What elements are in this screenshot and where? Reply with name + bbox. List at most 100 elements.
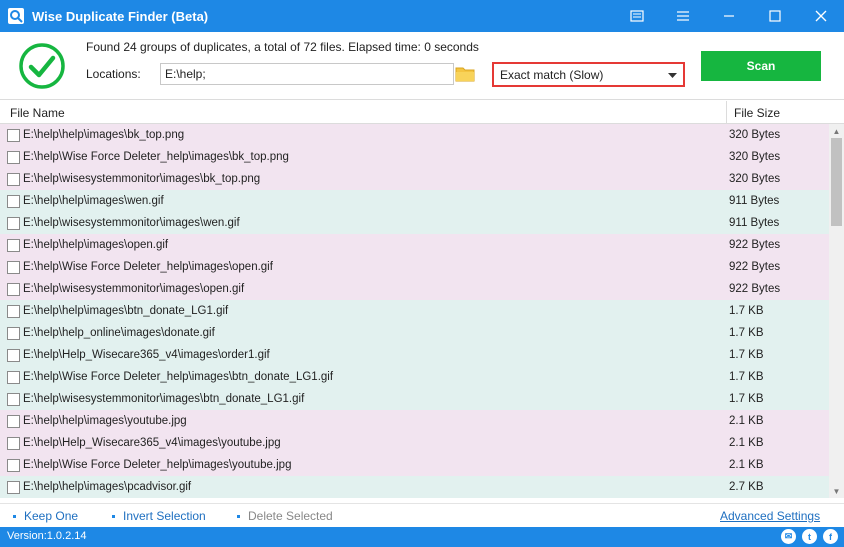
row-checkbox[interactable] — [7, 348, 20, 362]
column-divider[interactable] — [726, 101, 727, 124]
scan-button[interactable]: Scan — [701, 51, 821, 81]
file-row[interactable]: E:\help\Wise Force Deleter_help\images\b… — [0, 146, 829, 168]
row-checkbox[interactable] — [7, 172, 20, 186]
delete-selected-label: Delete Selected — [248, 509, 333, 523]
title-bar: Wise Duplicate Finder (Beta) — [0, 0, 844, 32]
twitter-icon[interactable]: t — [802, 529, 817, 544]
keep-one-link[interactable]: Keep One — [13, 509, 78, 523]
email-icon[interactable]: ✉ — [781, 529, 796, 544]
file-size: 1.7 KB — [729, 327, 764, 339]
list-header: File Name File Size — [0, 101, 844, 124]
success-check-icon — [18, 42, 66, 90]
action-bar: Keep One Invert Selection Delete Selecte… — [0, 503, 844, 527]
advanced-settings-link[interactable]: Advanced Settings — [720, 509, 820, 523]
file-row[interactable]: E:\help\wisesystemmonitor\images\open.gi… — [0, 278, 829, 300]
keep-one-label: Keep One — [24, 509, 79, 523]
folder-icon[interactable] — [455, 65, 475, 83]
file-path: E:\help\help\images\btn_donate_LG1.gif — [23, 305, 229, 317]
facebook-icon[interactable]: f — [823, 529, 838, 544]
minimize-icon[interactable] — [706, 0, 752, 32]
file-path: E:\help\Wise Force Deleter_help\images\b… — [23, 151, 289, 163]
row-checkbox[interactable] — [7, 414, 20, 428]
row-checkbox[interactable] — [7, 216, 20, 230]
maximize-icon[interactable] — [752, 0, 798, 32]
close-icon[interactable] — [798, 0, 844, 32]
file-path: E:\help\help\images\bk_top.png — [23, 129, 185, 141]
file-row[interactable]: E:\help\wisesystemmonitor\images\btn_don… — [0, 388, 829, 410]
file-path: E:\help\help_online\images\donate.gif — [23, 327, 215, 339]
bullet-icon — [112, 514, 115, 518]
file-path: E:\help\wisesystemmonitor\images\wen.gif — [23, 217, 240, 229]
file-size: 320 Bytes — [729, 151, 781, 163]
file-path: E:\help\wisesystemmonitor\images\open.gi… — [23, 283, 245, 295]
file-row[interactable]: E:\help\help_online\images\donate.gif 1.7… — [0, 322, 829, 344]
file-size: 2.1 KB — [729, 415, 764, 427]
file-row[interactable]: E:\help\help\images\bk_top.png 320 Bytes — [0, 124, 829, 146]
file-size: 2.1 KB — [729, 459, 764, 471]
file-size: 320 Bytes — [729, 129, 781, 141]
match-mode-select[interactable]: Exact match (Slow) — [492, 62, 685, 87]
row-checkbox[interactable] — [7, 260, 20, 274]
file-path: E:\help\help\images\open.gif — [23, 239, 169, 251]
row-checkbox[interactable] — [7, 480, 20, 494]
row-checkbox[interactable] — [7, 282, 20, 296]
file-size: 2.7 KB — [729, 481, 764, 493]
file-row[interactable]: E:\help\Wise Force Deleter_help\images\o… — [0, 256, 829, 278]
delete-selected-link[interactable]: Delete Selected — [237, 509, 333, 523]
file-path: E:\help\Wise Force Deleter_help\images\y… — [23, 459, 292, 471]
scroll-thumb[interactable] — [831, 138, 842, 226]
row-checkbox[interactable] — [7, 326, 20, 340]
scan-panel: Found 24 groups of duplicates, a total o… — [0, 32, 844, 100]
file-row[interactable]: E:\help\help\images\btn_donate_LG1.gif 1.… — [0, 300, 829, 322]
file-size: 1.7 KB — [729, 371, 764, 383]
file-row[interactable]: E:\help\help\images\youtube.jpg 2.1 KB — [0, 410, 829, 432]
file-row[interactable]: E:\help\Help_Wisecare365_v4\images\order… — [0, 344, 829, 366]
vertical-scrollbar[interactable]: ▲ ▼ — [829, 124, 844, 498]
locations-input[interactable]: E:\help; — [160, 63, 454, 85]
menu-icon[interactable] — [660, 0, 706, 32]
locations-label: Locations: — [86, 67, 141, 81]
row-checkbox[interactable] — [7, 150, 20, 164]
chevron-down-icon — [668, 68, 677, 82]
file-size: 2.1 KB — [729, 437, 764, 449]
file-row[interactable]: E:\help\help\images\wen.gif 911 Bytes — [0, 190, 829, 212]
file-row[interactable]: E:\help\help\images\open.gif 922 Bytes — [0, 234, 829, 256]
file-row[interactable]: E:\help\Help_Wisecare365_v4\images\youtu… — [0, 432, 829, 454]
column-file-name[interactable]: File Name — [10, 106, 65, 120]
file-row[interactable]: E:\help\wisesystemmonitor\images\bk_top.… — [0, 168, 829, 190]
row-checkbox[interactable] — [7, 194, 20, 208]
feedback-icon[interactable] — [614, 0, 660, 32]
file-size: 911 Bytes — [729, 195, 780, 207]
row-checkbox[interactable] — [7, 304, 20, 318]
file-size: 1.7 KB — [729, 349, 764, 361]
duplicate-file-list: E:\help\help\images\bk_top.png 320 Bytes E… — [0, 124, 829, 498]
scroll-up-icon[interactable]: ▲ — [829, 124, 844, 138]
file-path: E:\help\Help_Wisecare365_v4\images\youtu… — [23, 437, 281, 449]
file-row[interactable]: E:\help\wisesystemmonitor\images\wen.gif… — [0, 212, 829, 234]
file-size: 922 Bytes — [729, 283, 781, 295]
app-logo-icon — [6, 6, 26, 26]
file-row[interactable]: E:\help\Wise Force Deleter_help\images\b… — [0, 366, 829, 388]
row-checkbox[interactable] — [7, 436, 20, 450]
row-checkbox[interactable] — [7, 238, 20, 252]
column-file-size[interactable]: File Size — [734, 106, 780, 120]
file-row[interactable]: E:\help\help\images\pcadvisor.gif 2.7 KB — [0, 476, 829, 498]
file-size: 911 Bytes — [729, 217, 780, 229]
file-path: E:\help\help\images\youtube.jpg — [23, 415, 187, 427]
file-row[interactable]: E:\help\Wise Force Deleter_help\images\y… — [0, 454, 829, 476]
file-path: E:\help\wisesystemmonitor\images\bk_top.… — [23, 173, 261, 185]
scroll-down-icon[interactable]: ▼ — [829, 484, 844, 498]
file-path: E:\help\Help_Wisecare365_v4\images\order… — [23, 349, 270, 361]
row-checkbox[interactable] — [7, 392, 20, 406]
window-title: Wise Duplicate Finder (Beta) — [32, 8, 209, 24]
row-checkbox[interactable] — [7, 128, 20, 142]
invert-selection-link[interactable]: Invert Selection — [112, 509, 206, 523]
match-mode-value: Exact match (Slow) — [500, 67, 604, 82]
file-size: 922 Bytes — [729, 261, 781, 273]
bullet-icon — [13, 514, 16, 518]
row-checkbox[interactable] — [7, 458, 20, 472]
row-checkbox[interactable] — [7, 370, 20, 384]
scan-status-text: Found 24 groups of duplicates, a total o… — [86, 40, 479, 54]
file-path: E:\help\help\images\wen.gif — [23, 195, 164, 207]
file-path: E:\help\Wise Force Deleter_help\images\o… — [23, 261, 273, 273]
